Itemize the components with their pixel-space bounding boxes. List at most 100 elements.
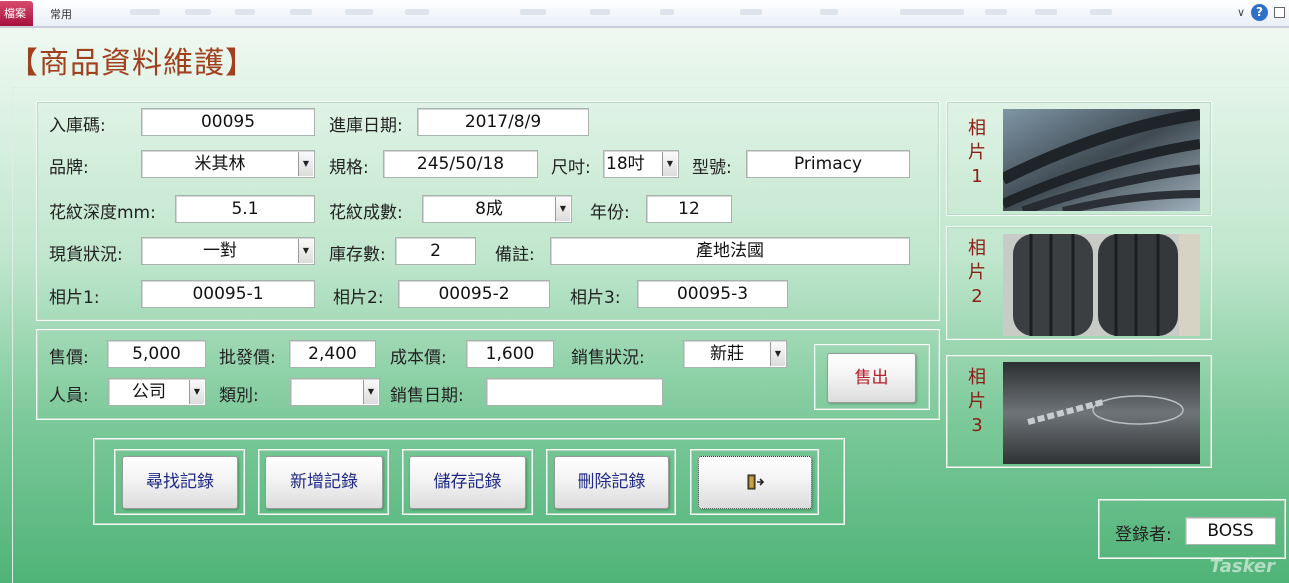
wholesale-field[interactable]: 2,400 bbox=[289, 340, 376, 368]
save-record-button[interactable]: 儲存記錄 bbox=[409, 456, 526, 509]
size-label: 尺吋: bbox=[551, 158, 591, 178]
cost-field[interactable]: 1,600 bbox=[466, 340, 554, 368]
stock-code-label: 入庫碼: bbox=[49, 116, 106, 136]
tire-photo-3[interactable] bbox=[1003, 362, 1200, 464]
size-combo[interactable]: 18吋 ▼ bbox=[603, 150, 679, 178]
dropdown-arrow-icon[interactable]: ▼ bbox=[770, 342, 785, 366]
model-label: 型號: bbox=[692, 158, 732, 178]
login-user-field[interactable]: BOSS bbox=[1185, 517, 1276, 545]
ribbon-bar: 檔案 常用 ∨ ? bbox=[0, 0, 1289, 28]
exit-door-icon bbox=[747, 474, 765, 490]
tread-pct-combo[interactable]: 8成 ▼ bbox=[422, 195, 572, 223]
tab-home[interactable]: 常用 bbox=[50, 6, 72, 22]
spec-label: 規格: bbox=[329, 158, 369, 178]
ribbon-faded-item bbox=[660, 9, 674, 15]
ribbon-faded-item bbox=[985, 9, 1007, 15]
status-combo[interactable]: 一對 ▼ bbox=[141, 237, 315, 265]
sale-status-label: 銷售狀況: bbox=[571, 348, 645, 368]
price-field[interactable]: 5,000 bbox=[107, 340, 206, 368]
staff-combo[interactable]: 公司 ▼ bbox=[108, 378, 206, 406]
ribbon-faded-item bbox=[740, 9, 762, 15]
stock-qty-label: 庫存數: bbox=[329, 245, 386, 265]
watermark: Tasker bbox=[1209, 556, 1275, 577]
ribbon-faded-item bbox=[1035, 9, 1057, 15]
staff-value: 公司 bbox=[132, 382, 166, 402]
caption-char: 片 bbox=[968, 142, 986, 163]
tread-depth-field[interactable]: 5.1 bbox=[175, 195, 315, 223]
status-label: 現貨狀況: bbox=[49, 245, 123, 265]
tire-photo-1[interactable] bbox=[1003, 109, 1200, 211]
dropdown-arrow-icon[interactable]: ▼ bbox=[662, 152, 677, 176]
photo1-field[interactable]: 00095-1 bbox=[141, 280, 315, 308]
sale-date-field[interactable] bbox=[486, 378, 663, 406]
tread-pct-value: 8成 bbox=[475, 199, 503, 219]
stock-qty-field[interactable]: 2 bbox=[395, 237, 476, 265]
photo2-field[interactable]: 00095-2 bbox=[398, 280, 550, 308]
ribbon-faded-item bbox=[1090, 9, 1112, 15]
photo1-label: 相片1: bbox=[49, 288, 100, 308]
dropdown-arrow-icon[interactable]: ▼ bbox=[555, 197, 570, 221]
size-value: 18吋 bbox=[606, 154, 645, 174]
category-label: 類別: bbox=[219, 386, 259, 406]
tread-depth-label: 花紋深度mm: bbox=[49, 203, 156, 223]
caption-char: 3 bbox=[971, 415, 983, 436]
wholesale-label: 批發價: bbox=[219, 348, 276, 368]
caption-char: 相 bbox=[968, 118, 986, 139]
sold-button[interactable]: 售出 bbox=[827, 353, 916, 403]
tire-photo-2[interactable] bbox=[1003, 234, 1200, 336]
ribbon-faded-item bbox=[590, 9, 610, 15]
category-combo[interactable]: ▼ bbox=[290, 378, 380, 406]
caption-char: 片 bbox=[968, 391, 986, 412]
ribbon-faded-item bbox=[405, 9, 429, 15]
ribbon-faded-item bbox=[820, 9, 838, 15]
photo3-label: 相片3: bbox=[570, 288, 621, 308]
remark-field[interactable]: 產地法國 bbox=[550, 237, 910, 265]
ribbon-faded-item bbox=[900, 9, 964, 15]
find-record-button[interactable]: 尋找記錄 bbox=[122, 456, 238, 509]
photo2-label: 相片2: bbox=[333, 288, 384, 308]
staff-label: 人員: bbox=[49, 386, 89, 406]
help-icon[interactable]: ? bbox=[1251, 4, 1268, 21]
caption-char: 相 bbox=[968, 238, 986, 259]
form-title: 【商品資料維護】 bbox=[8, 46, 256, 81]
status-value: 一對 bbox=[203, 241, 237, 261]
dropdown-arrow-icon[interactable]: ▼ bbox=[298, 152, 313, 176]
caption-char: 片 bbox=[968, 262, 986, 283]
photo-1-caption: 相 片 1 bbox=[968, 117, 986, 189]
cost-label: 成本價: bbox=[390, 348, 447, 368]
stock-code-field[interactable]: 00095 bbox=[141, 108, 315, 136]
stock-date-field[interactable]: 2017/8/9 bbox=[417, 108, 589, 136]
chevron-down-icon[interactable]: ∨ bbox=[1237, 6, 1245, 19]
tread-pct-label: 花紋成數: bbox=[329, 203, 403, 223]
price-label: 售價: bbox=[49, 348, 89, 368]
dropdown-arrow-icon[interactable]: ▼ bbox=[363, 380, 378, 404]
ribbon-faded-item bbox=[290, 9, 312, 15]
photo-2-caption: 相 片 2 bbox=[968, 237, 986, 309]
ribbon-faded-item bbox=[520, 9, 546, 15]
brand-combo[interactable]: 米其林 ▼ bbox=[141, 150, 315, 178]
exit-button[interactable] bbox=[698, 456, 812, 509]
ribbon-faded-item bbox=[235, 9, 255, 15]
delete-record-button[interactable]: 刪除記錄 bbox=[554, 456, 669, 509]
brand-label: 品牌: bbox=[49, 158, 89, 178]
caption-char: 相 bbox=[968, 367, 986, 388]
brand-value: 米其林 bbox=[194, 154, 246, 174]
login-label: 登錄者: bbox=[1115, 525, 1172, 545]
sale-status-combo[interactable]: 新莊 ▼ bbox=[683, 340, 787, 368]
photo-3-caption: 相 片 3 bbox=[968, 366, 986, 438]
dropdown-arrow-icon[interactable]: ▼ bbox=[189, 380, 204, 404]
photo3-field[interactable]: 00095-3 bbox=[637, 280, 788, 308]
dropdown-arrow-icon[interactable]: ▼ bbox=[298, 239, 313, 263]
ribbon-faded-item bbox=[130, 9, 160, 15]
ribbon-faded-item bbox=[185, 9, 211, 15]
sale-date-label: 銷售日期: bbox=[390, 386, 464, 406]
restore-window-icon[interactable] bbox=[1274, 7, 1285, 18]
ribbon-faded-item bbox=[345, 9, 373, 15]
tab-file[interactable]: 檔案 bbox=[0, 1, 33, 26]
remark-label: 備註: bbox=[495, 245, 535, 265]
caption-char: 1 bbox=[971, 166, 983, 187]
year-field[interactable]: 12 bbox=[646, 195, 732, 223]
spec-field[interactable]: 245/50/18 bbox=[383, 150, 538, 178]
model-field[interactable]: Primacy bbox=[746, 150, 910, 178]
add-record-button[interactable]: 新增記錄 bbox=[265, 456, 383, 509]
